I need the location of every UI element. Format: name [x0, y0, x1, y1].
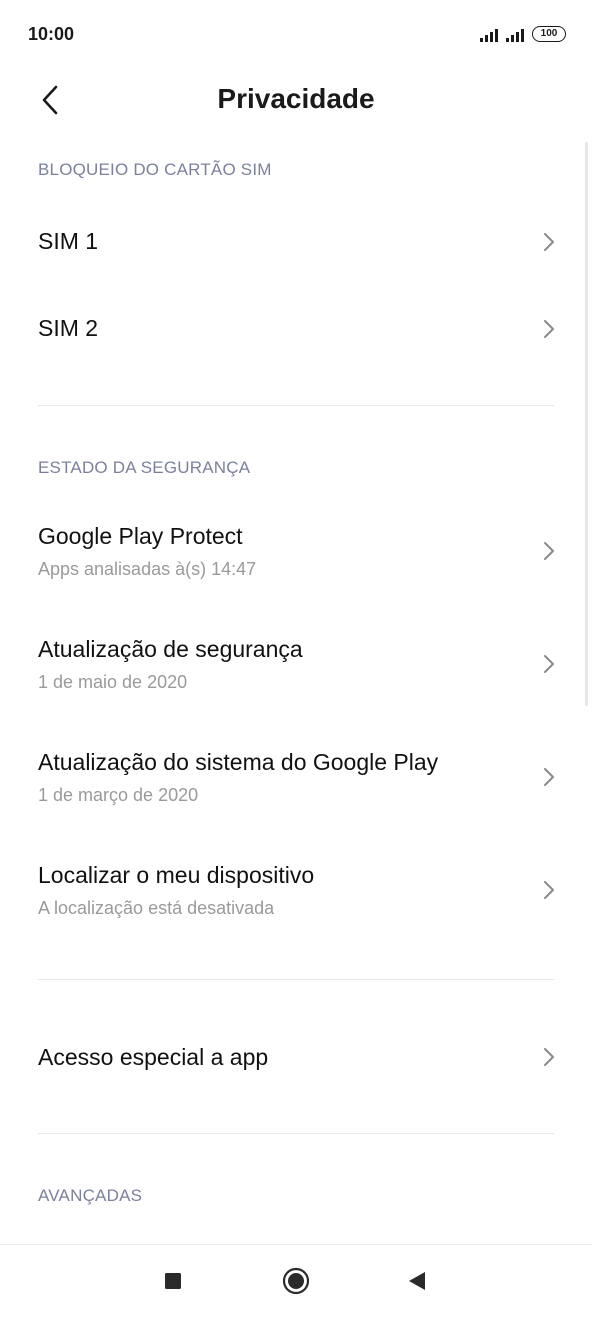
list-item-subtitle: Apps analisadas à(s) 14:47 — [38, 559, 257, 579]
battery-icon: 100 — [532, 26, 566, 42]
status-time: 10:00 — [28, 24, 75, 44]
square-icon — [165, 1273, 181, 1289]
signal-1-icon — [480, 28, 498, 42]
list-item-google-play-protect[interactable]: Google Play Protect Apps analisadas à(s)… — [0, 508, 592, 598]
list-item-sim-2[interactable]: SIM 2 — [0, 287, 592, 371]
list-item-title: SIM 1 — [38, 228, 99, 254]
list-item-security-update[interactable]: Atualização de segurança 1 de maio de 20… — [0, 621, 592, 711]
chevron-right-icon — [544, 768, 554, 786]
chevron-right-icon — [544, 320, 554, 338]
circle-icon — [282, 1267, 310, 1295]
list-item-title: Google Play Protect — [38, 523, 243, 549]
section-label-security-status: ESTADO DA SEGURANÇA — [38, 458, 251, 477]
list-item-title: Localizar o meu dispositivo — [38, 862, 315, 888]
list-item-subtitle: 1 de maio de 2020 — [38, 672, 188, 692]
list-item-title: Atualização de segurança — [38, 636, 303, 662]
chevron-right-icon — [544, 233, 554, 251]
chevron-right-icon — [544, 542, 554, 560]
back-nav-button[interactable] — [399, 1263, 435, 1299]
list-item-special-app-access[interactable]: Acesso especial a app — [0, 1014, 592, 1100]
status-icons: 100 — [480, 26, 566, 42]
chevron-right-icon — [544, 1048, 554, 1066]
divider — [38, 405, 554, 406]
section-label-sim-lock: BLOQUEIO DO CARTÃO SIM — [38, 160, 272, 179]
page-title: Privacidade — [217, 83, 375, 114]
list-item-title: Atualização do sistema do Google Play — [38, 749, 439, 775]
divider — [38, 1133, 554, 1134]
list-item-subtitle: 1 de março de 2020 — [38, 785, 199, 805]
list-item-sim-1[interactable]: SIM 1 — [0, 200, 592, 284]
recents-button[interactable] — [155, 1263, 191, 1299]
triangle-back-icon — [409, 1272, 425, 1290]
signal-2-icon — [506, 28, 524, 42]
list-item-title: SIM 2 — [38, 315, 99, 341]
list-item-title: Acesso especial a app — [38, 1044, 269, 1070]
divider — [38, 979, 554, 980]
list-item-find-my-device[interactable]: Localizar o meu dispositivo A localizaçã… — [0, 847, 592, 937]
navigation-bar — [0, 1244, 592, 1317]
chevron-right-icon — [544, 655, 554, 673]
list-item-subtitle: A localização está desativada — [38, 898, 275, 918]
home-button[interactable] — [278, 1263, 314, 1299]
header: Privacidade — [0, 70, 592, 132]
list-item-google-play-system-update[interactable]: Atualização do sistema do Google Play 1 … — [0, 734, 592, 824]
chevron-right-icon — [544, 881, 554, 899]
status-bar: 10:00 100 — [0, 0, 592, 70]
section-label-advanced: AVANÇADAS — [38, 1186, 143, 1205]
